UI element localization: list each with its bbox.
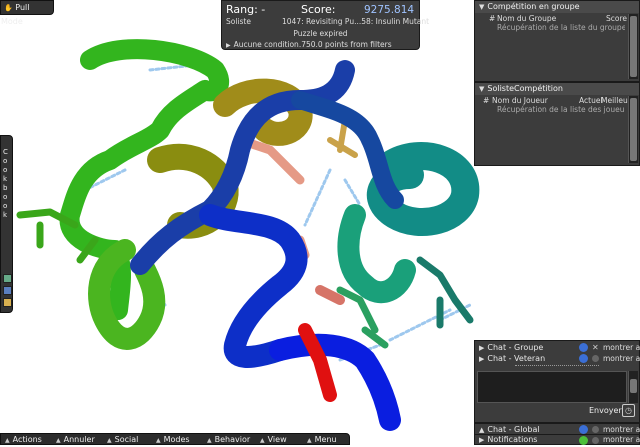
expand-arrow-icon: ▶ xyxy=(479,355,485,363)
info-icon[interactable] xyxy=(579,343,588,352)
group-competition-header[interactable]: ▼ Compétition en groupe xyxy=(475,1,639,13)
scroll-thumb[interactable] xyxy=(630,98,637,161)
triangle-icon: ▲ xyxy=(5,437,10,444)
pull-mode-button[interactable]: ✋ Pull Mode xyxy=(0,0,54,26)
collapse-arrow-icon: ▼ xyxy=(479,3,485,11)
show-others-toggle[interactable]: montrer aut xyxy=(603,353,640,364)
solo-competition-panel: ▼ SolisteCompétition # Nom du Joueur Actu… xyxy=(474,82,640,166)
player-type: Soliste xyxy=(226,17,251,26)
chat-divider[interactable] xyxy=(515,365,599,368)
info-icon[interactable] xyxy=(579,425,588,434)
bottom-menu-bar: ▲ Actions ▲ Annuler ▲ Social ▲ Modes ▲ Behavi… xyxy=(0,433,350,445)
clock-icon[interactable]: ◷ xyxy=(622,404,635,417)
collapse-arrow-icon: ▼ xyxy=(479,85,485,93)
triangle-icon: ▲ xyxy=(207,437,212,444)
solo-competition-header[interactable]: ▼ SolisteCompétition xyxy=(475,83,639,95)
score-panel: Rang: - Score: 9275.814 Soliste 1047: Re… xyxy=(221,0,429,50)
cookbook-tab[interactable]: Cookbook xyxy=(0,135,13,313)
solo-loading-text: Récupération de la liste des joueurs... xyxy=(497,105,625,114)
menu-actions[interactable]: ▲ Actions xyxy=(5,434,42,446)
status-dot-icon[interactable] xyxy=(592,355,599,362)
expand-arrow-icon: ▶ xyxy=(479,436,485,444)
triangle-icon: ▲ xyxy=(56,437,61,444)
status-dot-icon[interactable] xyxy=(592,437,599,444)
chat-channel-groupe[interactable]: ▶Chat - Groupe ✕ montrer aut xyxy=(475,342,640,353)
col-rank[interactable]: # xyxy=(489,13,495,24)
solo-scrollbar[interactable] xyxy=(628,96,638,163)
condition-text: Aucune condition.750.0 points from filte… xyxy=(233,40,392,49)
score-label: Score: xyxy=(301,3,336,16)
scroll-thumb[interactable] xyxy=(630,379,637,393)
group-scrollbar[interactable] xyxy=(628,14,638,79)
send-button[interactable]: Envoyer xyxy=(589,406,622,415)
script-icon[interactable] xyxy=(3,298,12,307)
triangle-icon: ▲ xyxy=(307,437,312,444)
menu-menu[interactable]: ▲ Menu xyxy=(307,434,337,446)
close-icon[interactable]: ✕ xyxy=(592,342,599,353)
solo-competition-title: SolisteCompétition xyxy=(487,84,563,93)
green-status-icon[interactable] xyxy=(579,436,588,445)
menu-undo[interactable]: ▲ Annuler xyxy=(56,434,95,446)
triangle-icon: ▲ xyxy=(156,437,161,444)
group-competition-title: Compétition en groupe xyxy=(487,2,580,11)
group-loading-text: Récupération de la liste du groupe... xyxy=(497,23,625,32)
menu-social[interactable]: ▲ Social xyxy=(107,434,138,446)
cursor-icon: ✋ xyxy=(4,4,13,12)
chat-panel: ▶Chat - Groupe ✕ montrer aut ▶Chat - Vet… xyxy=(474,340,640,423)
scroll-thumb[interactable] xyxy=(630,16,637,77)
recipe-icon[interactable] xyxy=(3,274,12,283)
puzzle-title: 1047: Revisiting Pu...58: Insulin Mutant xyxy=(282,17,430,26)
folder-icon[interactable] xyxy=(3,286,12,295)
group-competition-panel: ▼ Compétition en groupe # Nom du Groupe S… xyxy=(474,0,640,82)
menu-modes[interactable]: ▲ Modes xyxy=(156,434,190,446)
col-rank[interactable]: # xyxy=(483,95,489,106)
menu-behavior[interactable]: ▲ Behavior xyxy=(207,434,250,446)
puzzle-status: Puzzle expired xyxy=(293,29,348,38)
chat-global-row[interactable]: ▲Chat - Global montrer aut xyxy=(474,423,640,434)
menu-view[interactable]: ▲ View xyxy=(260,434,287,446)
triangle-icon: ▲ xyxy=(260,437,265,444)
show-others-toggle[interactable]: montrer aut xyxy=(603,342,640,353)
chat-global-label: Chat - Global xyxy=(487,425,540,434)
cookbook-label: Cookbook xyxy=(3,148,8,219)
chat-scrollbar[interactable] xyxy=(628,371,638,403)
chat-channel-label: Chat - Groupe xyxy=(487,343,544,352)
status-dot-icon[interactable] xyxy=(592,426,599,433)
notifications-label: Notifications xyxy=(487,435,538,444)
score-value: 9275.814 xyxy=(364,4,415,16)
show-others-toggle[interactable]: montrer aut xyxy=(603,435,640,445)
triangle-icon: ▲ xyxy=(107,437,112,444)
condition-row[interactable]: ▶ Aucune condition.750.0 points from filt… xyxy=(226,40,392,49)
chat-channel-veteran[interactable]: ▶Chat - Veteran montrer aut xyxy=(475,353,640,364)
chat-messages-area xyxy=(477,371,627,403)
notifications-row[interactable]: ▶Notifications montrer aut xyxy=(474,434,640,445)
info-icon[interactable] xyxy=(579,354,588,363)
rank-label: Rang: - xyxy=(226,3,266,16)
chat-channel-label: Chat - Veteran xyxy=(487,354,546,363)
expand-arrow-icon: ▶ xyxy=(226,42,231,49)
